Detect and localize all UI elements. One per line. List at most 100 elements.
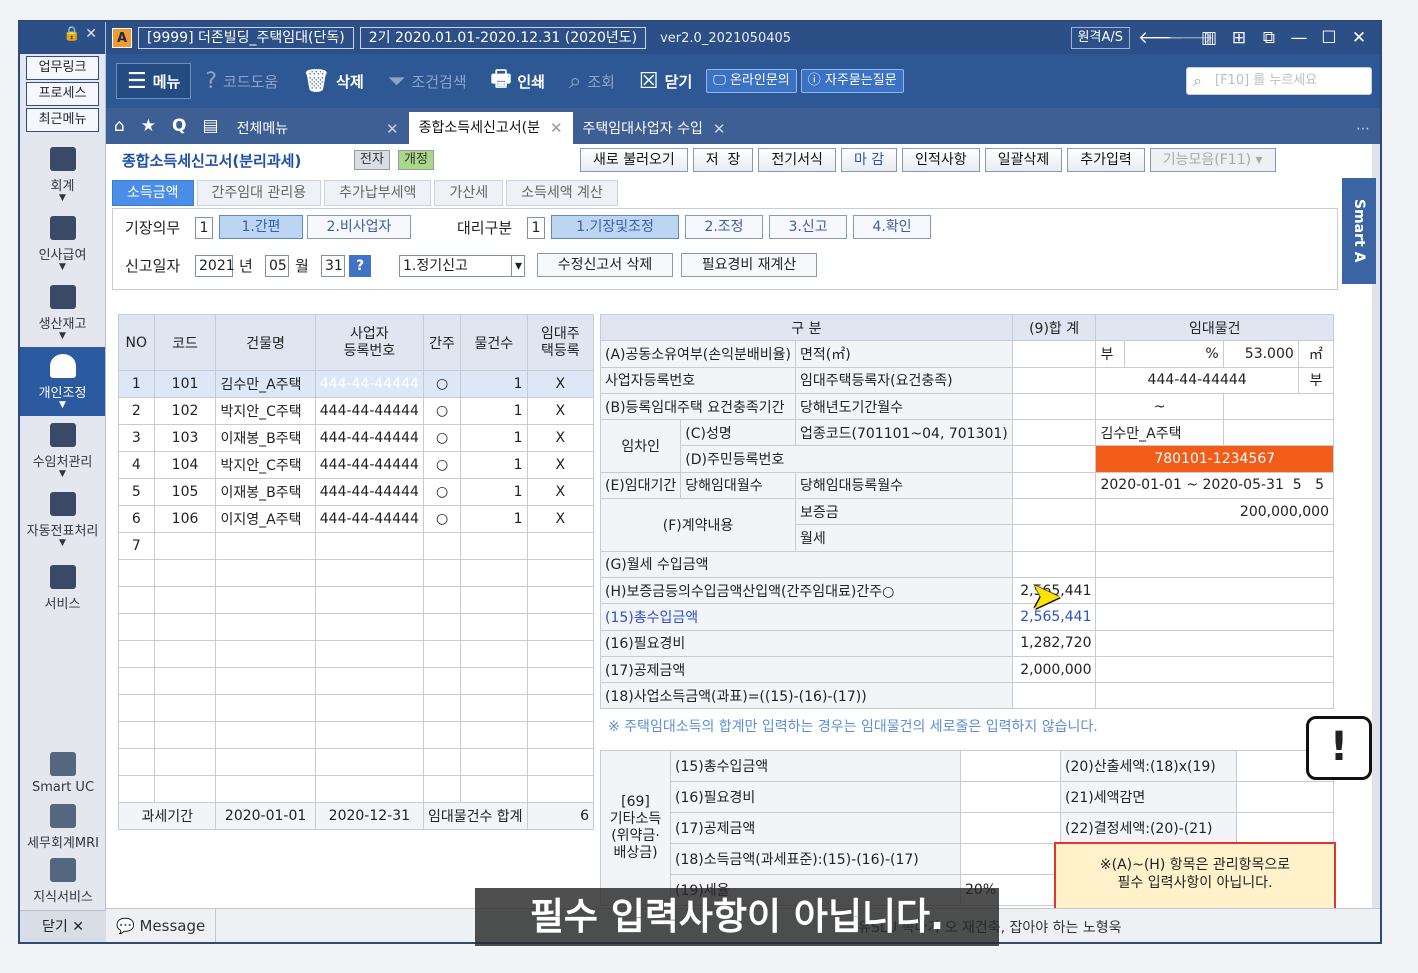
cell-no[interactable] [118,559,155,587]
bookkeeping-nonbiz-button[interactable]: 2.비사업자 [307,215,411,239]
row-g-value[interactable] [1095,550,1334,578]
cell-biz-no[interactable]: 444-44-44444 [314,370,424,398]
sidebar-link-work[interactable]: 업무링크 [26,56,99,80]
cell-no[interactable]: 2 [118,397,155,425]
cell-deemed[interactable] [422,640,462,668]
cell-biz-no[interactable]: 444-44-44444 [314,478,424,506]
table-row[interactable] [118,640,595,668]
cell-building[interactable] [215,721,316,749]
row-17-value[interactable] [1095,655,1334,684]
table-row[interactable] [118,694,595,722]
cell-code[interactable] [153,721,217,749]
row-a-pct[interactable]: % [1124,340,1224,368]
report-type-select[interactable]: 1.정기신고 ▾ [399,255,525,277]
cell-biz-no[interactable] [314,721,424,749]
cell-count[interactable]: 1 [460,397,528,425]
subtab-income[interactable]: 소득금액 [112,180,194,206]
cell-registered[interactable]: X [526,478,595,506]
cell-registered[interactable]: X [526,397,595,425]
cell-code[interactable] [153,748,217,776]
lookup-button[interactable]: ⌕ 조회 [559,63,625,99]
row-biz-yn[interactable]: 부 [1297,366,1335,394]
add-input-button[interactable]: 추가입력 [1067,148,1145,172]
cell-building[interactable] [215,694,316,722]
cell-count[interactable] [460,667,528,695]
cell-no[interactable] [118,721,155,749]
cell-registered[interactable] [526,694,595,722]
cell-no[interactable] [118,667,155,695]
cell-count[interactable]: 1 [460,451,528,479]
row-f-monthly-total[interactable] [1011,524,1097,552]
row-a-yn[interactable]: 부 [1095,340,1126,368]
tab-close-icon[interactable]: ✕ [713,114,726,144]
cell-code[interactable] [153,586,217,614]
sidebar-item-auto-voucher[interactable]: 자동전표처리 ▼ [20,485,105,554]
grid-view-icon[interactable]: ⊞ [1228,28,1250,48]
close-icon[interactable]: ✕ [85,26,97,42]
tab-rental-income[interactable]: 주택임대사업자 수입 ✕ [573,114,736,144]
cell-no[interactable] [118,586,155,614]
row-16-total[interactable]: 1,282,720 [1011,629,1097,657]
cell-building[interactable] [215,559,316,587]
row-18-value[interactable] [1095,682,1334,710]
sidebar-link-process[interactable]: 프로세스 [26,82,99,106]
cell-biz-no[interactable]: 444-44-44444 [314,424,424,452]
cell-registered[interactable] [526,613,595,641]
table-row[interactable]: 1 101 김수만_A주택 444-44-44444 ○ 1 X [118,370,595,398]
row-f-monthly[interactable] [1095,524,1334,552]
cell-no[interactable]: 1 [118,370,155,398]
cell-code[interactable] [153,640,217,668]
row-a-total[interactable] [1011,340,1097,368]
cell-registered[interactable] [526,775,595,803]
cell-code[interactable] [153,775,217,803]
cell-deemed[interactable] [422,613,462,641]
cell-code[interactable]: 102 [153,397,217,425]
reload-button[interactable]: 새로 불러오기 [580,148,688,172]
table-row[interactable]: 6 106 이지영_A주택 444-44-44444 ○ 1 X [118,505,595,533]
close-button[interactable]: ☒ 닫기 [629,63,702,99]
cell-code[interactable]: 105 [153,478,217,506]
function-menu-button[interactable]: 기능모음(F11) ▾ [1149,148,1276,172]
period-selector[interactable]: 2기 2020.01.01-2020.12.31 (2020년도) [359,27,647,49]
back-arrow-icon[interactable]: 🡐 [1138,28,1184,48]
finalize-button[interactable]: 마 감 [840,148,898,172]
table-row[interactable] [118,559,595,587]
search-input[interactable]: ⌕ [F10] 를 누르세요 [1186,67,1372,95]
cell-registered[interactable]: X [526,451,595,479]
row-biz-total[interactable] [1011,366,1097,394]
row-f-deposit-total[interactable] [1011,498,1097,526]
row-15-value[interactable] [1095,603,1334,631]
other-18-value[interactable] [960,843,1061,875]
cell-building[interactable] [215,748,316,776]
row-h-value[interactable] [1095,576,1334,605]
sidebar-close-button[interactable]: 닫기 ✕ [20,910,106,942]
cell-count[interactable] [460,586,528,614]
cell-registered[interactable] [526,640,595,668]
row-b-months[interactable] [1222,392,1335,421]
maximize-icon[interactable]: ☐ [1318,28,1340,48]
cell-no[interactable] [118,775,155,803]
window-switch-icon[interactable]: ⧉ [1258,28,1280,48]
row-c-name[interactable]: 김수만_A주택 [1095,419,1224,447]
save-button[interactable]: 저 장 [692,148,754,172]
table-row[interactable] [118,667,595,695]
cell-code[interactable]: 101 [153,370,217,398]
company-selector[interactable]: [9999] 더존빌딩_주택임대(단독) [138,27,354,49]
cell-building[interactable]: 김수만_A주택 [215,370,316,398]
previous-form-button[interactable]: 전기서식 [758,148,836,172]
row-f-deposit[interactable]: 200,000,000 [1095,498,1334,526]
cell-biz-no[interactable] [314,748,424,776]
cell-building[interactable]: 이지영_A주택 [215,505,316,533]
agent-option-1[interactable]: 1.기장및조정 [551,215,679,239]
day-input[interactable]: 31 [321,255,345,277]
faq-button[interactable]: ⓘ 자주묻는질문 [800,69,904,93]
row-e-values[interactable]: 2020-01-01 ~ 2020-05-31 5 5 [1095,471,1334,500]
cell-building[interactable] [215,586,316,614]
bookkeeping-input[interactable]: 1 [195,217,213,239]
cell-no[interactable] [118,613,155,641]
cell-biz-no[interactable] [314,640,424,668]
cell-building[interactable]: 박지안_C주택 [215,451,316,479]
cell-code[interactable] [153,694,217,722]
sidebar-item-production[interactable]: 생산재고 ▼ [20,278,105,347]
agent-input[interactable]: 1 [527,217,545,239]
